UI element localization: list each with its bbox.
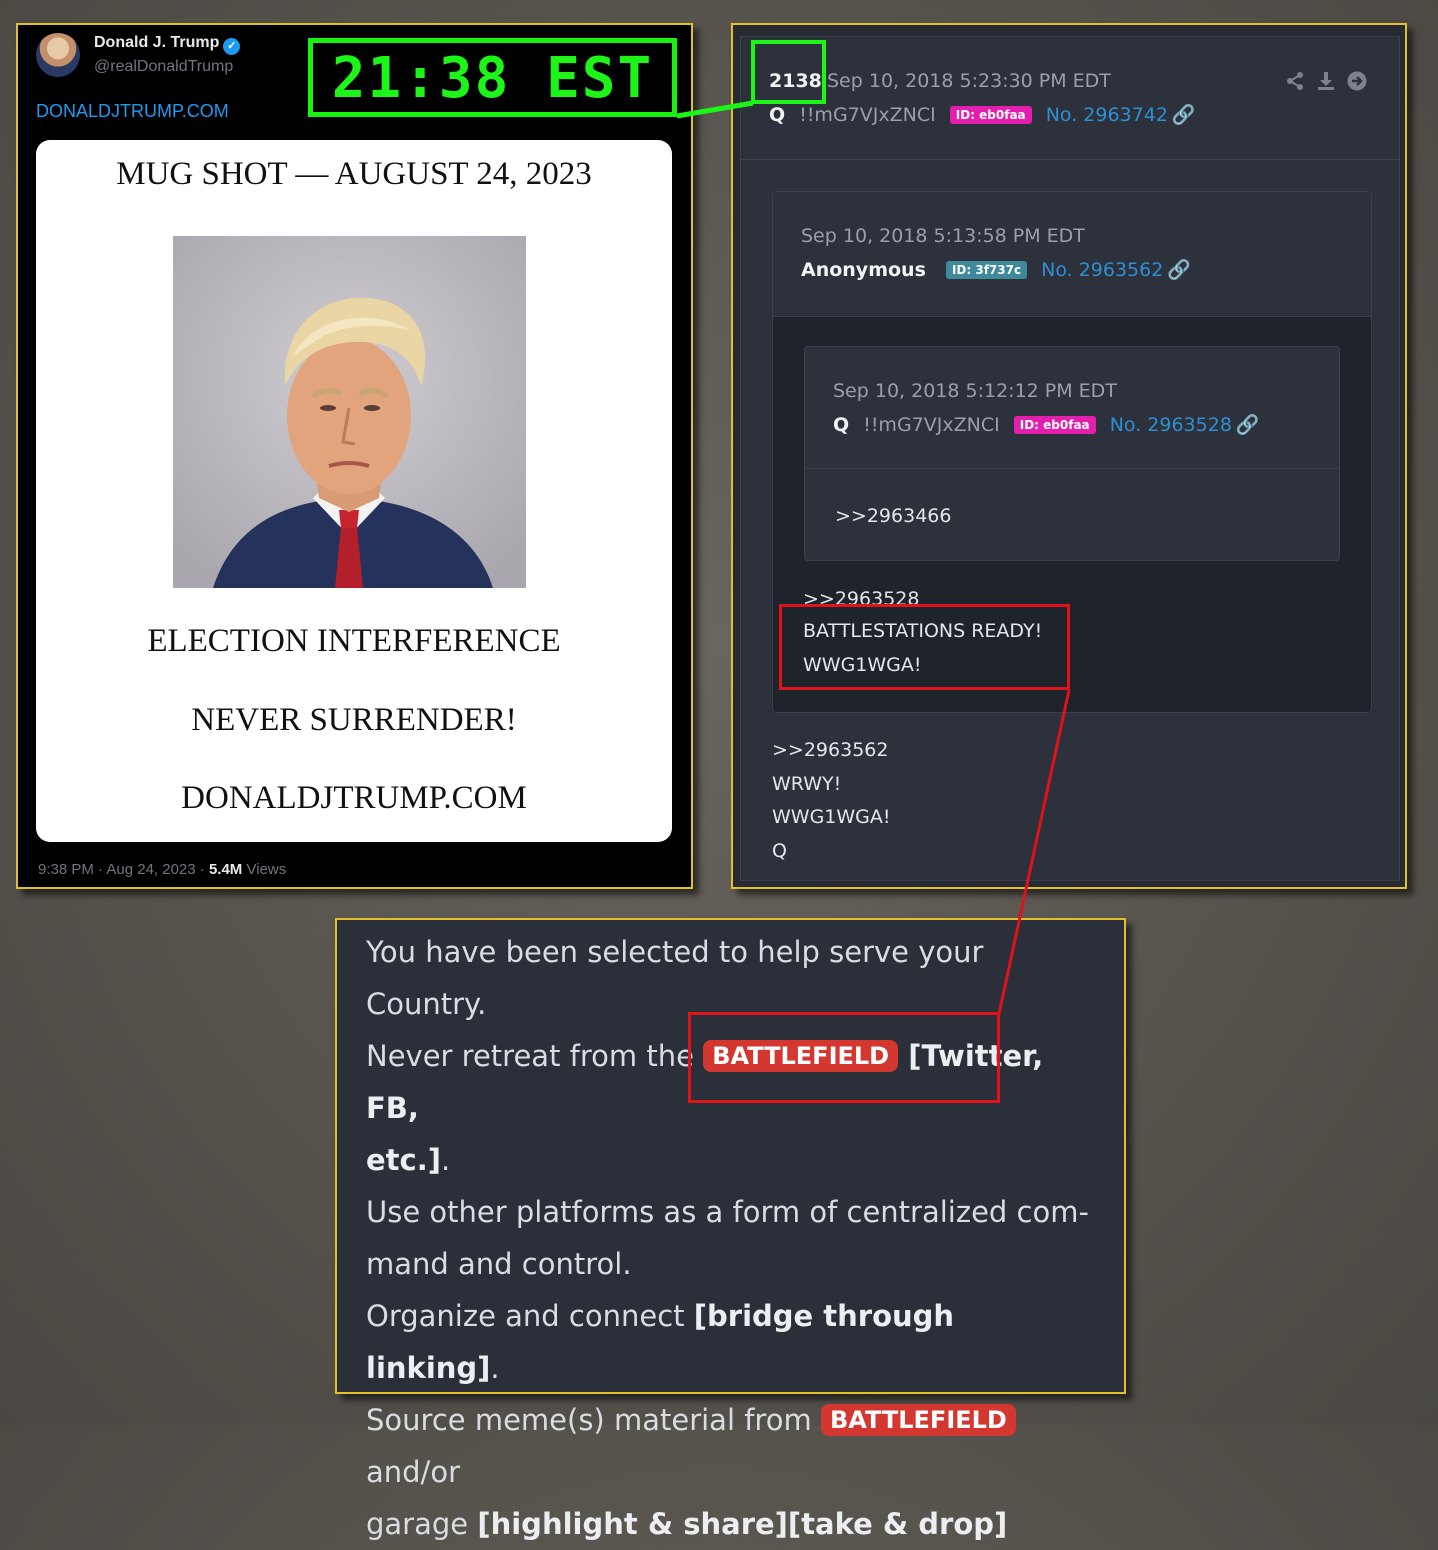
tweet-panel: Donald J. Trump ✓ @realDonaldTrump DONALD… bbox=[16, 23, 693, 889]
post-signature: Q bbox=[772, 840, 787, 862]
link-icon[interactable]: 🔗 bbox=[1167, 259, 1191, 281]
text-span: and/or bbox=[366, 1455, 460, 1489]
avatar[interactable] bbox=[36, 33, 80, 77]
tweet-timestamp[interactable]: 9:38 PM · Aug 24, 2023 · bbox=[38, 861, 209, 878]
post-timestamp: Sep 10, 2018 5:23:30 PM EDT bbox=[827, 70, 1111, 92]
battlestations-highlight-box bbox=[779, 604, 1070, 690]
post-no-link[interactable]: No. 2963562 bbox=[1041, 259, 1163, 281]
battlefield-tag: BATTLEFIELD bbox=[820, 1404, 1016, 1436]
post-author: Q bbox=[769, 104, 786, 126]
divider bbox=[741, 159, 1399, 160]
post-number-highlight-box bbox=[751, 40, 826, 104]
post-author-line: Q !!mG7VJxZNCI ID: eb0faa No. 2963742 🔗 bbox=[769, 103, 1196, 126]
text-line: etc.]. bbox=[366, 1134, 1096, 1186]
quoted-post-q: Sep 10, 2018 5:12:12 PM EDT Q !!mG7VJxZN… bbox=[804, 346, 1340, 561]
reply-link[interactable]: >>2963466 bbox=[835, 505, 951, 527]
quoted-post-header: Sep 10, 2018 5:13:58 PM EDT Anonymous ID… bbox=[773, 192, 1371, 317]
quoted-post-author-line: Q !!mG7VJxZNCI ID: eb0faa No. 2963528 🔗 bbox=[833, 413, 1260, 436]
quoted-post-header: Sep 10, 2018 5:12:12 PM EDT Q !!mG7VJxZN… bbox=[805, 347, 1339, 469]
battlefield-highlight-box bbox=[688, 1012, 1000, 1103]
post-no-link[interactable]: No. 2963742 bbox=[1046, 104, 1168, 126]
q-post-panel: 2138 Sep 10, 2018 5:23:30 PM EDT Q !!mG7… bbox=[731, 23, 1407, 889]
link-icon[interactable]: 🔗 bbox=[1172, 104, 1196, 126]
card-line-never-surrender: NEVER SURRENDER! bbox=[191, 702, 517, 738]
author-name[interactable]: Donald J. Trump ✓ bbox=[94, 34, 241, 55]
post-no-link[interactable]: No. 2963528 bbox=[1110, 414, 1232, 436]
quoted-post-author: Q bbox=[833, 414, 850, 436]
text-line: Use other platforms as a form of central… bbox=[366, 1195, 1089, 1229]
time-annotation-label: 21:38 EST bbox=[331, 46, 654, 111]
post-tripcode: !!mG7VJxZNCI bbox=[863, 414, 1000, 436]
verified-badge-icon: ✓ bbox=[223, 38, 241, 55]
id-tag: ID: 3f737c bbox=[945, 261, 1028, 279]
mugshot-photo bbox=[173, 236, 526, 588]
tweet-meta: 9:38 PM · Aug 24, 2023 · 5.4M Views bbox=[38, 861, 286, 878]
quoted-post-author-line: Anonymous ID: 3f737c No. 2963562 🔗 bbox=[801, 258, 1191, 281]
card-line-website: DONALDJTRUMP.COM bbox=[181, 780, 527, 816]
author-name-text: Donald J. Trump bbox=[94, 34, 220, 51]
link-icon[interactable]: 🔗 bbox=[1236, 414, 1260, 436]
instructions-panel: You have been selected to help serve you… bbox=[335, 918, 1126, 1541]
card-line-election-interference: ELECTION INTERFERENCE bbox=[147, 623, 561, 659]
reply-link[interactable]: >>2963562 bbox=[772, 739, 888, 761]
text-bold: etc.] bbox=[366, 1143, 441, 1177]
text-span: Organize and connect bbox=[366, 1299, 694, 1333]
text-span: garage bbox=[366, 1507, 478, 1541]
id-tag: ID: eb0faa bbox=[949, 106, 1032, 124]
text-bold: [highlight & share][take & drop] bbox=[477, 1507, 1008, 1541]
text-span: . bbox=[490, 1351, 500, 1385]
views-label: Views bbox=[242, 861, 287, 878]
text-line: Organize and connect [bridge through lin… bbox=[366, 1290, 1096, 1394]
text-line: garage [highlight & share][take & drop] bbox=[366, 1498, 1096, 1550]
download-icon[interactable] bbox=[1316, 71, 1336, 91]
tweet-link[interactable]: DONALDJTRUMP.COM bbox=[36, 101, 229, 122]
share-icon[interactable] bbox=[1285, 71, 1305, 91]
quoted-post-timestamp: Sep 10, 2018 5:12:12 PM EDT bbox=[833, 380, 1117, 402]
id-tag: ID: eb0faa bbox=[1013, 416, 1096, 434]
text-span: Source meme(s) material from bbox=[366, 1403, 821, 1437]
text-span: Never retreat from the bbox=[366, 1039, 704, 1073]
post-body-line: WRWY! bbox=[772, 773, 842, 795]
card-title: MUG SHOT — AUGUST 24, 2023 bbox=[116, 156, 592, 192]
views-count: 5.4M bbox=[208, 861, 243, 878]
time-annotation-box: 21:38 EST bbox=[308, 38, 677, 117]
q-post: 2138 Sep 10, 2018 5:23:30 PM EDT Q !!mG7… bbox=[740, 36, 1400, 881]
post-body-line: WWG1WGA! bbox=[772, 806, 891, 828]
quoted-post-author: Anonymous bbox=[801, 259, 926, 281]
arrow-right-circle-icon[interactable] bbox=[1347, 71, 1367, 91]
post-tripcode: !!mG7VJxZNCI bbox=[799, 104, 936, 126]
text-line: You have been selected to help serve you… bbox=[366, 935, 984, 969]
author-handle[interactable]: @realDonaldTrump bbox=[94, 58, 233, 76]
mugshot-image-card[interactable]: MUG SHOT — AUGUST 24, 2023 ELECTION INTE… bbox=[36, 140, 672, 842]
quoted-post-timestamp: Sep 10, 2018 5:13:58 PM EDT bbox=[801, 225, 1085, 247]
text-span: . bbox=[441, 1143, 451, 1177]
text-line: mand and control. bbox=[366, 1247, 632, 1281]
text-line: Source meme(s) material from BATTLEFIELD… bbox=[366, 1394, 1096, 1498]
